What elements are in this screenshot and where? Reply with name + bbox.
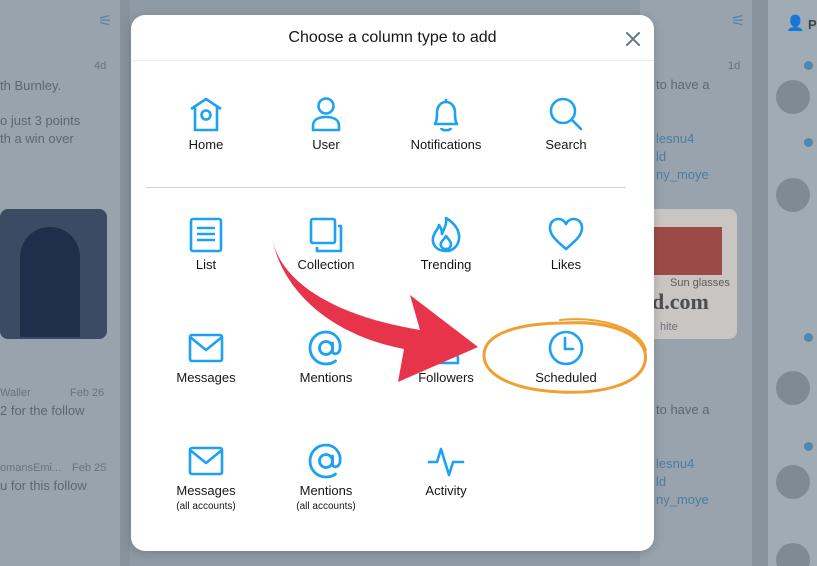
column-option-mentions[interactable]: Mentions xyxy=(266,328,386,385)
option-label: Search xyxy=(545,137,587,152)
bg-tweet-link: ny_moye xyxy=(656,167,709,182)
avatar xyxy=(776,178,810,212)
at-icon xyxy=(308,443,342,479)
add-column-modal: Choose a column type to add Home User No… xyxy=(131,15,654,551)
option-label: Messages xyxy=(176,370,236,385)
avatar xyxy=(776,80,810,114)
envelope-icon xyxy=(188,446,224,476)
option-label: Collection xyxy=(297,257,355,272)
column-option-scheduled[interactable]: Scheduled xyxy=(506,328,626,385)
flame-icon xyxy=(431,216,461,253)
bg-gap xyxy=(752,0,768,566)
bg-header-letter: P xyxy=(808,17,817,32)
column-option-search[interactable]: Search xyxy=(506,95,626,152)
bg-tweet-link: lesnu4 xyxy=(656,456,695,471)
avatar xyxy=(776,465,810,499)
column-option-messages-all-accounts[interactable]: Messages (all accounts) xyxy=(146,441,266,512)
bg-person-icon xyxy=(804,333,813,342)
followers-icon xyxy=(432,330,460,365)
bg-tweet-link: ld xyxy=(656,474,667,489)
option-label: Home xyxy=(188,137,224,152)
option-label: Followers xyxy=(418,370,474,385)
column-option-messages[interactable]: Messages xyxy=(146,328,266,385)
column-option-trending[interactable]: Trending xyxy=(386,215,506,272)
bg-person-icon xyxy=(804,61,813,70)
column-option-user[interactable]: User xyxy=(266,95,386,152)
option-label: Notifications xyxy=(410,137,482,152)
heart-icon xyxy=(548,217,584,251)
option-label: Trending xyxy=(420,257,472,272)
bg-ad-text: d.com xyxy=(652,289,709,314)
home-icon xyxy=(190,97,222,132)
option-label: Scheduled xyxy=(535,370,597,385)
bg-tweet-text: u for this follow xyxy=(0,478,87,493)
bg-tweet-text: th Burnley. xyxy=(0,78,62,93)
column-option-home[interactable]: Home xyxy=(146,95,266,152)
modal-header: Choose a column type to add xyxy=(131,15,654,61)
close-icon[interactable] xyxy=(624,30,642,48)
divider xyxy=(146,187,626,188)
collection-icon xyxy=(309,217,343,253)
option-sublabel: (all accounts) xyxy=(176,501,236,512)
activity-icon xyxy=(427,447,465,477)
filter-icon[interactable]: ⚟ xyxy=(98,14,116,30)
option-label: Likes xyxy=(550,257,582,272)
column-option-followers[interactable]: Followers xyxy=(386,328,506,385)
bg-tweet-text: to have a xyxy=(656,77,710,92)
bg-ad-image: Sun glasses d.com hite xyxy=(640,209,737,339)
option-label: Messages xyxy=(176,483,236,498)
bell-icon xyxy=(433,99,459,132)
list-icon xyxy=(189,217,223,253)
bg-timestamp: 1d xyxy=(728,60,741,72)
column-option-collection[interactable]: Collection xyxy=(266,215,386,272)
bg-tweet-text: 2 for the follow xyxy=(0,403,85,418)
bg-person-icon xyxy=(804,138,813,147)
bg-tweet-author: Waller xyxy=(0,387,31,399)
bg-person-icon xyxy=(804,442,813,451)
clock-icon xyxy=(548,330,584,366)
bg-timestamp: Feb 26 xyxy=(70,387,105,399)
column-option-mentions-all-accounts[interactable]: Mentions (all accounts) xyxy=(266,441,386,512)
option-label: Mentions xyxy=(299,370,353,385)
bg-tweet-author: omansEmi... xyxy=(0,462,62,474)
bg-gap xyxy=(120,0,130,566)
bg-timestamp: Feb 25 xyxy=(72,462,107,474)
option-sublabel: (all accounts) xyxy=(296,501,356,512)
bg-ad-small: Sun glasses xyxy=(670,277,730,289)
column-option-likes[interactable]: Likes xyxy=(506,215,626,272)
avatar xyxy=(776,371,810,405)
envelope-icon xyxy=(188,333,224,363)
bg-tweet-text: to have a xyxy=(656,402,710,417)
user-icon xyxy=(311,97,341,132)
modal-title: Choose a column type to add xyxy=(288,29,497,46)
column-option-activity[interactable]: Activity xyxy=(386,441,506,498)
column-option-notifications[interactable]: Notifications xyxy=(386,95,506,152)
bg-tweet-link: ny_moye xyxy=(656,492,709,507)
filter-icon[interactable]: ⚟ xyxy=(731,14,749,30)
bg-timestamp: 4d xyxy=(94,60,107,72)
bg-ad-band xyxy=(652,227,722,275)
at-icon xyxy=(308,330,342,366)
option-label: Mentions xyxy=(299,483,353,498)
option-label: List xyxy=(195,257,217,272)
add-user-icon[interactable]: 👤 xyxy=(786,14,805,32)
option-label: User xyxy=(312,137,340,152)
bg-tweet-link: ld xyxy=(656,149,667,164)
bg-tweet-photo xyxy=(0,209,107,339)
search-icon xyxy=(549,97,583,131)
option-label: Activity xyxy=(425,483,467,498)
bg-tweet-link: lesnu4 xyxy=(656,131,695,146)
bg-tweet-text: th a win over xyxy=(0,131,74,146)
column-option-list[interactable]: List xyxy=(146,215,266,272)
bg-tweet-text: o just 3 points xyxy=(0,113,81,128)
bg-ad-note: hite xyxy=(660,321,678,333)
